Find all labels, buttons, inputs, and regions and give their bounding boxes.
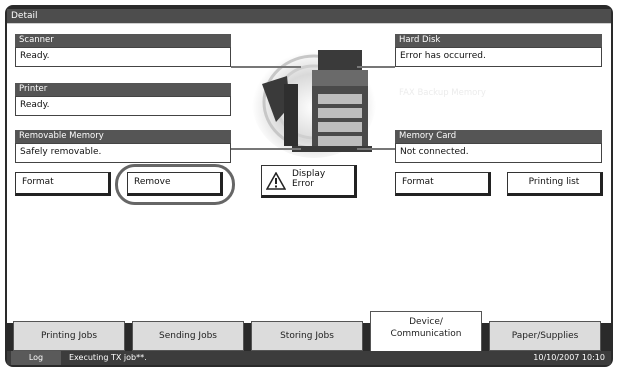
warning-icon <box>266 172 286 190</box>
hard-disk-status: Error has occurred. <box>395 47 602 67</box>
hard-disk-label: Hard Disk <box>395 34 602 47</box>
removable-format-button[interactable]: Format <box>15 172 111 196</box>
log-button[interactable]: Log <box>11 351 61 365</box>
device-bezel: Detail Scanner Ready. Printer Ready. Rem… <box>5 5 613 367</box>
tab-device-communication[interactable]: Device/ Communication <box>370 311 482 351</box>
printing-list-button[interactable]: Printing list <box>507 172 603 196</box>
touch-screen: Detail Scanner Ready. Printer Ready. Rem… <box>5 5 613 367</box>
display-error-label: Display Error <box>292 169 325 189</box>
status-datetime: 10/10/2007 10:10 <box>533 353 605 362</box>
memory-card-label: Memory Card <box>395 130 602 143</box>
removable-memory-status: Safely removable. <box>15 143 231 163</box>
scanner-connector <box>231 66 301 68</box>
scanner-panel: Scanner Ready. <box>15 34 231 67</box>
removable-memory-label: Removable Memory <box>15 130 231 143</box>
memory-card-status: Not connected. <box>395 143 602 163</box>
tab-sending-jobs[interactable]: Sending Jobs <box>132 321 244 351</box>
memorycard-connector <box>357 148 395 150</box>
memorycard-format-button[interactable]: Format <box>395 172 491 196</box>
status-message: Executing TX job**. <box>69 353 147 362</box>
tab-paper-supplies[interactable]: Paper/Supplies <box>489 321 601 351</box>
tab-device-line2: Communication <box>390 329 462 339</box>
memory-card-panel: Memory Card Not connected. <box>395 130 602 163</box>
remove-button[interactable]: Remove <box>127 172 223 196</box>
removable-memory-panel: Removable Memory Safely removable. <box>15 130 231 163</box>
window-title: Detail <box>7 9 611 23</box>
scanner-status: Ready. <box>15 47 231 67</box>
printer-label: Printer <box>15 83 231 96</box>
fax-backup-label: FAX Backup Memory <box>399 88 486 98</box>
tab-storing-jobs[interactable]: Storing Jobs <box>251 321 363 351</box>
printer-panel: Printer Ready. <box>15 83 231 116</box>
scanner-label: Scanner <box>15 34 231 47</box>
tab-device-line1: Device/ <box>409 317 443 327</box>
printer-status: Ready. <box>15 96 231 116</box>
memory-connector <box>231 148 301 150</box>
display-error-line1: Display <box>292 169 326 179</box>
hard-disk-panel: Hard Disk Error has occurred. <box>395 34 602 67</box>
detail-content: Scanner Ready. Printer Ready. Removable … <box>7 23 611 323</box>
tab-printing-jobs[interactable]: Printing Jobs <box>13 321 125 351</box>
display-error-line2: Error <box>292 179 314 189</box>
display-error-button[interactable]: Display Error <box>261 165 357 198</box>
harddisk-connector <box>357 66 395 68</box>
status-bar: Log Executing TX job**. 10/10/2007 10:10 <box>7 351 611 365</box>
printer-illustration <box>252 46 376 158</box>
